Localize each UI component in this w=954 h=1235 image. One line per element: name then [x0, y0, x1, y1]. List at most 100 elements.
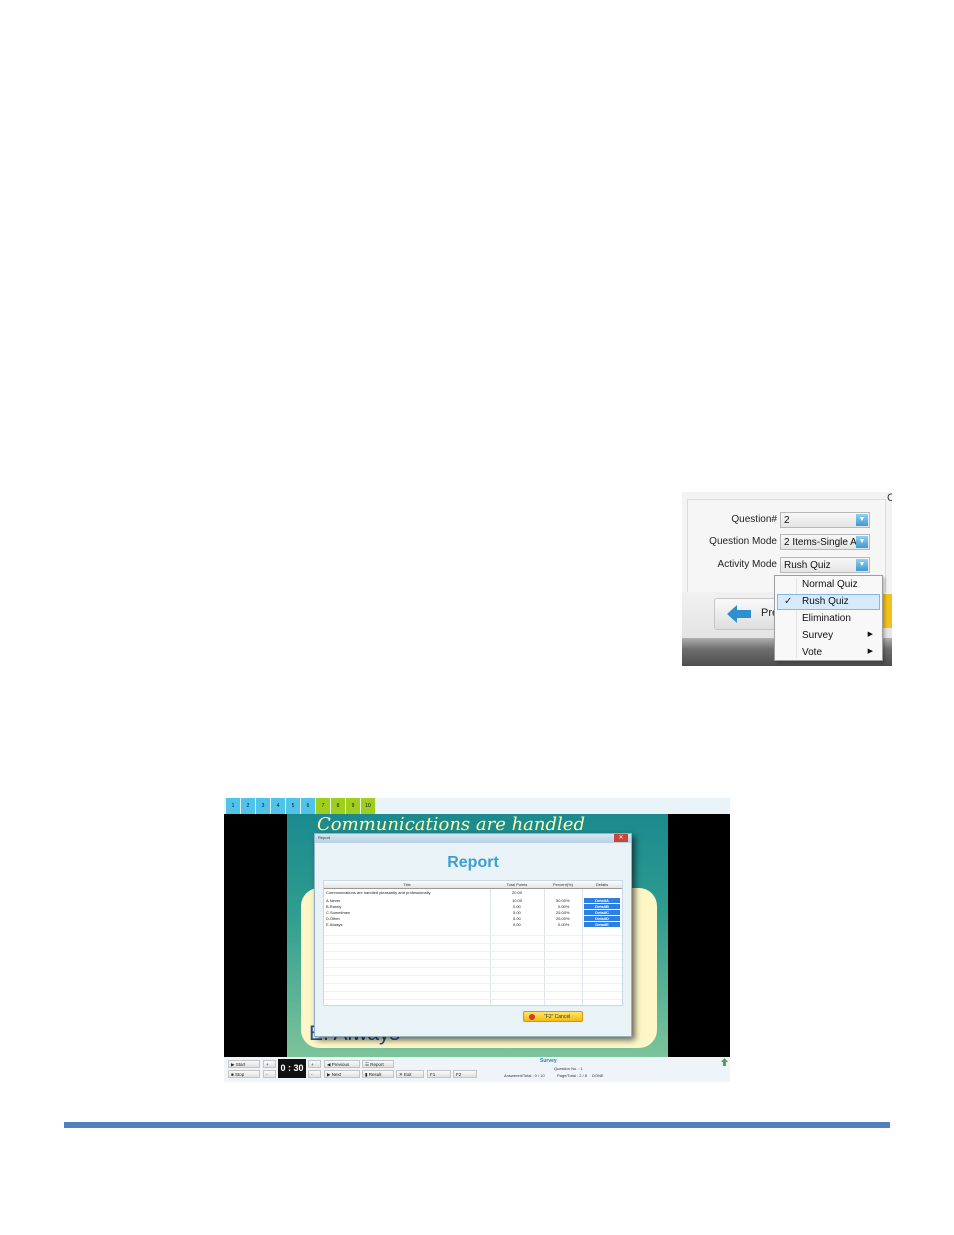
report-heading: Report	[447, 854, 499, 871]
menu-item-label: Rush Quiz	[802, 596, 849, 607]
exit-button[interactable]: ✕ Exit	[396, 1070, 424, 1078]
arrow-left-icon	[727, 605, 751, 623]
question-tab[interactable]: 3	[256, 798, 270, 814]
question-text: Communications are handled	[317, 814, 585, 835]
dialog-titlebar: Report ✕	[315, 834, 631, 843]
question-number-status: Question No. : 1	[554, 1066, 583, 1071]
cell-percent: 25.00%	[556, 910, 570, 915]
question-number-select[interactable]: 2 ▼	[780, 512, 870, 528]
time-minus-button[interactable]: -	[263, 1070, 276, 1078]
time-plus-button-2[interactable]: +	[308, 1060, 321, 1068]
activity-mode-menu: Normal Quiz ✓ Rush Quiz Elimination Surv…	[774, 575, 883, 661]
previous-button[interactable]: ◀ Previous	[324, 1060, 360, 1068]
row-divider	[324, 975, 622, 976]
row-divider	[324, 951, 622, 952]
detail-button[interactable]: DetailB	[584, 904, 620, 909]
detail-button[interactable]: DetailD	[584, 916, 620, 921]
menu-item-label: Normal Quiz	[802, 579, 858, 590]
menu-item-vote[interactable]: Vote ▶	[777, 645, 880, 661]
activity-mode-indicator: Survey	[540, 1058, 557, 1064]
chevron-down-icon[interactable]: ▼	[856, 536, 868, 548]
column-header-points: Total Points	[506, 882, 528, 887]
cancel-button[interactable]: "F2" Cancel	[523, 1011, 583, 1022]
menu-item-rush-quiz[interactable]: ✓ Rush Quiz	[777, 594, 880, 610]
detail-button[interactable]: DetailA	[584, 898, 620, 903]
cell-points: 20.00	[512, 890, 523, 895]
question-tab[interactable]: 6	[301, 798, 315, 814]
activity-mode-label: Activity Mode	[717, 559, 777, 570]
question-tab[interactable]: 7	[316, 798, 330, 814]
row-divider	[324, 935, 622, 936]
tab-label: 6	[306, 803, 310, 809]
chevron-down-icon[interactable]: ▼	[856, 514, 868, 526]
dialog-window-title: Report	[318, 835, 331, 840]
question-tab[interactable]: 5	[286, 798, 300, 814]
time-minus-button-2[interactable]: -	[308, 1070, 321, 1078]
tab-label: 5	[291, 803, 295, 809]
answered-total-status: Answered/Total : 0 / 10	[504, 1073, 545, 1078]
cell-title: Communications are handled pleasantly an…	[326, 890, 432, 895]
countdown-timer: 0 : 30	[278, 1059, 306, 1078]
detail-button[interactable]: DetailE	[584, 922, 620, 927]
cell-percent: 50.00%	[556, 898, 570, 903]
tab-label: 3	[261, 803, 265, 809]
row-divider	[324, 983, 622, 984]
cell-percent: 0.00%	[558, 922, 570, 927]
minus-label: -	[266, 1072, 268, 1077]
cell-title: E.Always	[326, 922, 343, 927]
activity-mode-value: Rush Quiz	[784, 560, 831, 571]
table-row: A.Never 10.00 50.00% DetailA	[324, 898, 622, 903]
tab-label: 8	[336, 803, 340, 809]
table-header: Title Total Points Percent(%) Details	[324, 881, 622, 889]
f2-button[interactable]: F2	[453, 1070, 477, 1078]
table-row: D.Often 5.00 25.00% DetailD	[324, 916, 622, 921]
question-tab[interactable]: 9	[346, 798, 360, 814]
cell-percent: 0.00%	[558, 904, 570, 909]
question-tab[interactable]: 1	[226, 798, 240, 814]
next-label: Next	[331, 1072, 341, 1077]
chevron-down-icon[interactable]: ▼	[856, 559, 868, 571]
menu-item-elimination[interactable]: Elimination	[777, 611, 880, 627]
report-table: Title Total Points Percent(%) Details Co…	[323, 880, 623, 1006]
detail-button[interactable]: DetailC	[584, 910, 620, 915]
cancel-button-label: "F2" Cancel	[544, 1014, 571, 1020]
question-tab[interactable]: 4	[271, 798, 285, 814]
tab-label: 4	[276, 803, 280, 809]
cell-points: 0.00	[513, 904, 521, 909]
cell-points: 10.00	[512, 898, 523, 903]
cell-points: 0.00	[513, 922, 521, 927]
row-divider	[324, 999, 622, 1000]
question-tab[interactable]: 2	[241, 798, 255, 814]
f1-button[interactable]: F1	[427, 1070, 451, 1078]
cell-points: 5.00	[513, 910, 521, 915]
row-divider	[324, 943, 622, 944]
stop-button[interactable]: ■ Stop	[228, 1070, 260, 1078]
question-number-row: Question# 2 ▼	[688, 512, 885, 530]
row-divider	[324, 959, 622, 960]
cell-percent: 25.00%	[556, 916, 570, 921]
download-icon[interactable]	[721, 1058, 728, 1066]
activity-mode-select[interactable]: Rush Quiz ▼	[780, 557, 870, 573]
question-mode-select[interactable]: 2 Items-Single An ▼	[780, 534, 870, 550]
question-tab[interactable]: 8	[331, 798, 345, 814]
column-header-percent: Percent(%)	[552, 882, 573, 887]
question-tab-bar: 1 2 3 4 5 6 7 8 9 10	[224, 798, 730, 814]
tab-label: 7	[321, 803, 325, 809]
result-button[interactable]: ▮ Result	[362, 1070, 394, 1078]
row-divider	[324, 991, 622, 992]
start-button[interactable]: ▶ Start	[228, 1060, 260, 1068]
menu-item-normal-quiz[interactable]: Normal Quiz	[777, 577, 880, 593]
question-tab[interactable]: 10	[361, 798, 375, 814]
question-number-value: 2	[784, 515, 790, 526]
next-button[interactable]: ▶ Next	[324, 1070, 360, 1078]
cell-title: D.Often	[326, 916, 340, 921]
close-icon[interactable]: ✕	[614, 834, 628, 842]
report-label: Report	[370, 1062, 384, 1067]
report-button[interactable]: ☰ Report	[362, 1060, 394, 1068]
cell-title: A.Never	[326, 898, 341, 903]
cell-title: B.Rarely	[326, 904, 342, 909]
time-plus-button[interactable]: +	[263, 1060, 276, 1068]
menu-item-survey[interactable]: Survey ▶	[777, 628, 880, 644]
column-header-details: Details	[595, 882, 609, 887]
tab-label: 1	[231, 803, 235, 809]
